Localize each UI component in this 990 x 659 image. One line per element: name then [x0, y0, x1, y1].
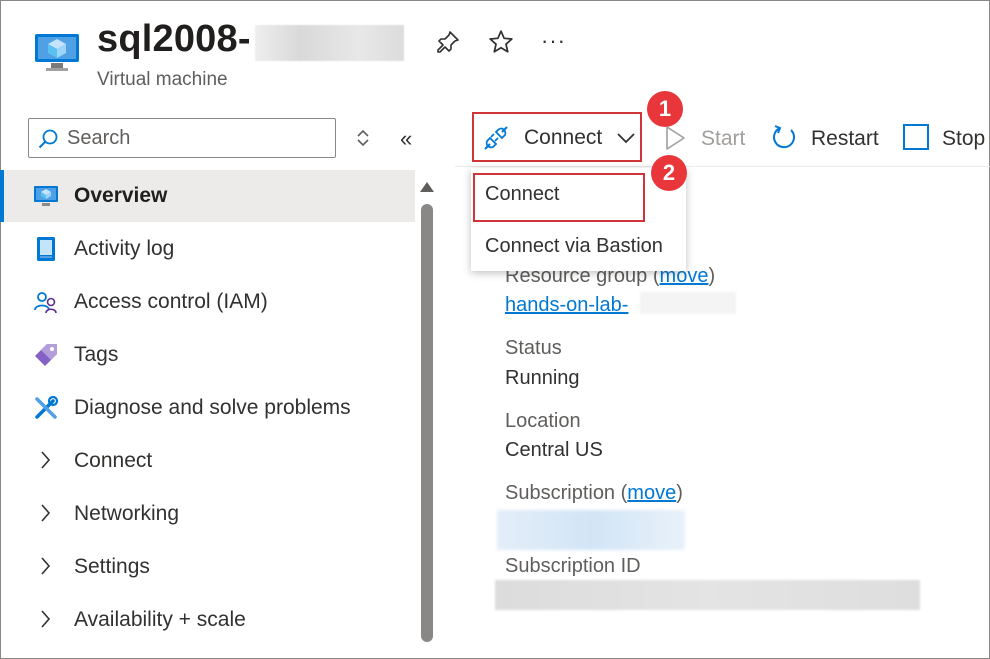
stop-icon: [903, 124, 929, 150]
start-button-label: Start: [701, 127, 746, 150]
sidebar-item-networking[interactable]: Networking: [0, 488, 415, 540]
subscription-label-text: Subscription (: [505, 482, 628, 504]
location-value: Central US: [505, 439, 603, 461]
search-input[interactable]: [67, 125, 327, 151]
chevron-right-icon: [41, 557, 51, 575]
status-value: Running: [505, 367, 580, 389]
diagnose-icon: [35, 395, 59, 419]
access-control-icon: [34, 292, 57, 314]
menu-item-label: Connect via Bastion: [485, 235, 663, 257]
sidebar-item-tags[interactable]: Tags: [0, 329, 415, 381]
sidebar-item-overview[interactable]: Overview: [0, 170, 415, 222]
sidebar-item-label: Overview: [74, 184, 168, 207]
play-icon: [666, 126, 685, 150]
restart-icon: [773, 125, 796, 149]
chevron-down-icon: [617, 133, 635, 144]
sidebar-item-diagnose[interactable]: Diagnose and solve problems: [0, 382, 415, 434]
scroll-up-arrow-icon[interactable]: [420, 182, 434, 192]
subscription-label: Subscription (move): [505, 482, 683, 505]
chevron-right-icon: [41, 504, 51, 522]
menu-item-connect-via-bastion[interactable]: Connect via Bastion: [471, 221, 686, 271]
subscription-move-link[interactable]: move: [627, 482, 676, 504]
collapse-sidebar-icon[interactable]: «: [400, 126, 412, 152]
redacted-area: [255, 25, 404, 61]
search-box[interactable]: [28, 118, 336, 158]
sidebar-item-label: Activity log: [74, 237, 175, 260]
star-icon[interactable]: [488, 29, 514, 55]
toolbar-divider: [455, 166, 990, 167]
menu-item-highlight: [473, 173, 645, 222]
resource-group-value-link[interactable]: hands-on-lab-: [505, 294, 628, 317]
restart-button-label: Restart: [811, 127, 879, 150]
sidebar-item-settings[interactable]: Settings: [0, 541, 415, 593]
step-callout-1: 1: [647, 91, 683, 127]
redacted-area: [495, 580, 920, 610]
search-icon: [38, 129, 58, 149]
plug-icon: [484, 126, 508, 150]
sidebar-item-label: Access control (IAM): [74, 290, 268, 313]
tag-icon: [35, 344, 57, 366]
sidebar-item-availability-scale[interactable]: Availability + scale: [0, 594, 415, 646]
sidebar-item-label: Settings: [74, 555, 150, 578]
resource-type-subtitle: Virtual machine: [97, 69, 228, 90]
pin-icon[interactable]: [436, 30, 460, 54]
sidebar-item-label: Connect: [74, 449, 153, 472]
sidebar-item-access-control[interactable]: Access control (IAM): [0, 276, 415, 328]
connect-button[interactable]: Connect: [472, 112, 642, 162]
redacted-area: [497, 510, 685, 550]
sidebar-item-connect[interactable]: Connect: [0, 435, 415, 487]
location-label: Location: [505, 410, 581, 432]
step-callout-2: 2: [651, 155, 687, 191]
sidebar-item-label: Availability + scale: [74, 608, 246, 631]
overview-icon: [34, 186, 58, 206]
subscription-id-label: Subscription ID: [505, 555, 641, 577]
scrollbar-thumb[interactable]: [421, 204, 433, 642]
page-title: sql2008-: [97, 18, 251, 60]
status-label: Status: [505, 337, 562, 359]
activity-log-icon: [37, 237, 55, 261]
chevron-right-icon: [41, 610, 51, 628]
redacted-area: [640, 292, 736, 314]
sidebar-item-label: Tags: [74, 343, 119, 366]
sidebar-scrollbar[interactable]: [420, 178, 434, 648]
sidebar-item-label: Diagnose and solve problems: [74, 396, 351, 419]
close-paren: ): [676, 482, 683, 504]
stop-button-label: Stop: [942, 127, 986, 150]
chevron-right-icon: [41, 451, 51, 469]
sort-updown-icon[interactable]: [355, 127, 371, 149]
more-icon[interactable]: ···: [541, 28, 566, 54]
sidebar-item-label: Networking: [74, 502, 180, 525]
virtual-machine-icon: [35, 34, 79, 71]
sidebar-item-activity-log[interactable]: Activity log: [0, 223, 415, 275]
close-paren: ): [708, 265, 716, 287]
connect-button-label: Connect: [524, 126, 603, 149]
